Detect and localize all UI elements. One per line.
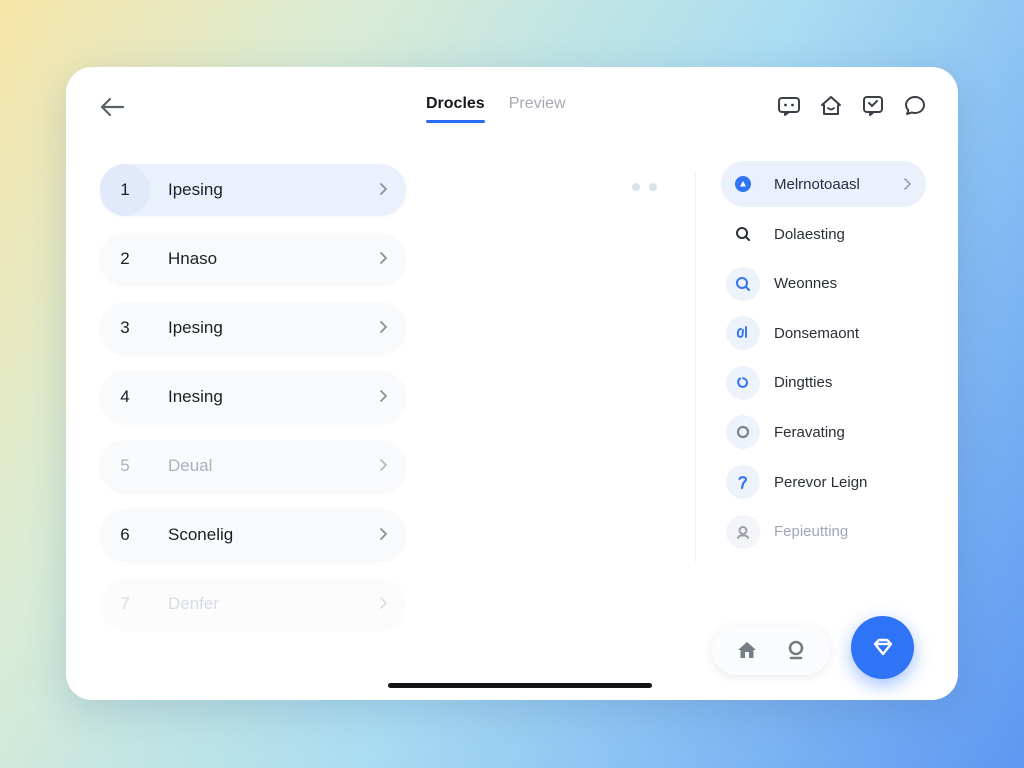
chevron-right-icon xyxy=(380,183,387,195)
page-dot xyxy=(632,183,640,191)
option-item[interactable]: Dingtties xyxy=(721,360,926,405)
list-item[interactable]: 7 Denfer xyxy=(100,578,406,630)
option-icon-wrap xyxy=(726,465,760,500)
item-number: 2 xyxy=(120,249,130,268)
user-icon xyxy=(737,525,749,539)
header-actions xyxy=(776,93,928,119)
option-icon-wrap xyxy=(726,167,760,201)
option-item[interactable]: Donsemaont xyxy=(721,311,926,356)
page-dot xyxy=(649,183,657,191)
panel-divider xyxy=(695,172,696,562)
item-number: 5 xyxy=(120,456,130,475)
chat-square-icon xyxy=(778,97,800,116)
item-label: Ipesing xyxy=(168,318,223,337)
option-label: Dingtties xyxy=(774,374,833,392)
option-label: Fepieutting xyxy=(774,523,849,541)
home-indicator[interactable] xyxy=(388,683,652,688)
question-icon xyxy=(738,476,748,490)
option-label: Weonnes xyxy=(774,275,838,293)
item-number: 4 xyxy=(120,387,130,406)
chat-bubble-button[interactable] xyxy=(902,93,928,119)
item-label: Sconelig xyxy=(168,525,234,544)
home-button[interactable] xyxy=(732,635,762,665)
chevron-right-icon xyxy=(904,178,911,190)
page-indicator xyxy=(632,183,657,191)
blue-dot-icon xyxy=(735,176,751,192)
list-item[interactable]: 6 Sconelig xyxy=(100,509,406,561)
circle-icon xyxy=(736,426,750,439)
option-label: Perevor Leign xyxy=(774,473,868,491)
home-outline-button[interactable] xyxy=(818,93,844,119)
chevron-right-icon xyxy=(380,390,387,402)
item-label: Hnaso xyxy=(168,249,218,268)
option-item[interactable]: Dolaesting xyxy=(721,212,926,257)
list-item[interactable]: 4 Inesing xyxy=(100,371,406,423)
bottom-nav xyxy=(712,625,830,675)
option-label: Melrnotoaasl xyxy=(774,175,860,193)
tab-preview[interactable]: Preview xyxy=(509,95,566,123)
item-label: Deual xyxy=(168,456,213,475)
chat-bubble-icon xyxy=(905,96,925,115)
tab-bar: Drocles Preview xyxy=(426,95,566,123)
option-icon-wrap xyxy=(726,415,760,450)
option-label: Dolaesting xyxy=(774,225,845,243)
option-icon-wrap xyxy=(726,316,760,351)
option-icon-wrap xyxy=(726,266,760,301)
item-number: 3 xyxy=(120,318,130,337)
primary-action-button[interactable] xyxy=(851,616,914,679)
chevron-right-icon xyxy=(380,528,387,540)
chat-square-button[interactable] xyxy=(776,93,802,119)
item-number: 1 xyxy=(100,164,150,216)
chevron-right-icon xyxy=(380,597,387,609)
search-icon xyxy=(736,227,750,242)
option-item[interactable]: Weonnes xyxy=(721,261,926,306)
item-label: Inesing xyxy=(168,387,223,406)
option-icon-wrap xyxy=(726,217,760,252)
link-icon xyxy=(736,326,747,339)
arrow-left-icon xyxy=(100,97,125,117)
option-label: Feravating xyxy=(774,423,845,441)
option-item[interactable]: Perevor Leign xyxy=(721,460,926,505)
user-badge-icon xyxy=(788,640,803,660)
option-label: Donsemaont xyxy=(774,324,860,342)
search-icon xyxy=(736,276,750,291)
item-label: Ipesing xyxy=(168,180,223,199)
option-item[interactable]: Feravating xyxy=(721,410,926,455)
profile-button[interactable] xyxy=(781,635,811,665)
option-item[interactable]: Fepieutting xyxy=(721,509,926,554)
item-number: 7 xyxy=(120,594,130,613)
list-item[interactable]: 5 Deual xyxy=(100,440,406,492)
option-icon-wrap xyxy=(726,365,760,400)
chevron-right-icon xyxy=(380,321,387,333)
option-item[interactable]: Melrnotoaasl xyxy=(721,161,926,207)
list-item[interactable]: 1 Ipesing xyxy=(100,164,406,216)
chevron-right-icon xyxy=(380,252,387,264)
home-outline-icon xyxy=(821,96,841,115)
main-card: Drocles Preview 1 Ipesing 2 Hnaso 3 Ipes… xyxy=(66,67,958,700)
tab-drocles[interactable]: Drocles xyxy=(426,95,485,123)
message-edit-button[interactable] xyxy=(860,93,886,119)
item-number: 6 xyxy=(120,525,130,544)
message-edit-icon xyxy=(863,96,883,116)
back-button[interactable] xyxy=(96,91,128,123)
item-list: 1 Ipesing 2 Hnaso 3 Ipesing 4 Inesing 5 … xyxy=(100,164,406,647)
list-item[interactable]: 3 Ipesing xyxy=(100,302,406,354)
item-label: Denfer xyxy=(168,594,220,613)
option-icon-wrap xyxy=(726,514,760,549)
diamond-icon xyxy=(873,638,892,655)
list-item[interactable]: 2 Hnaso xyxy=(100,233,406,285)
chevron-right-icon xyxy=(380,459,387,471)
option-list: Melrnotoaasl Dolaesting Weonnes Donsemao… xyxy=(721,161,926,559)
refresh-icon xyxy=(737,377,749,388)
home-icon xyxy=(737,642,756,658)
